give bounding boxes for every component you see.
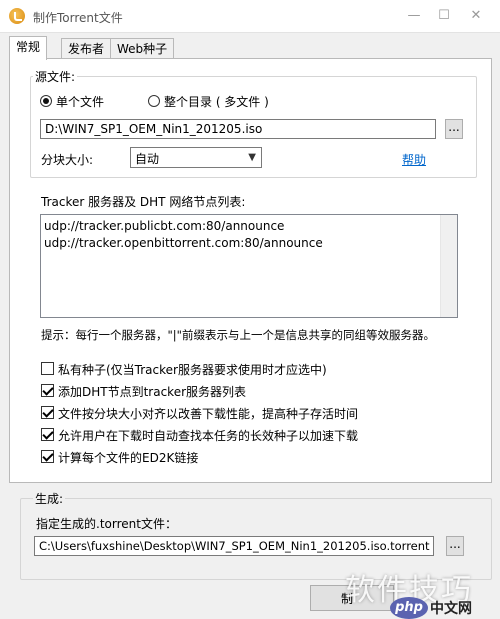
- close-button[interactable]: ✕: [464, 6, 488, 26]
- source-group-label: 源文件:: [33, 68, 78, 85]
- single-file-radio[interactable]: [40, 95, 52, 107]
- find-seeds-checkbox[interactable]: [41, 428, 54, 441]
- private-torrent-checkbox[interactable]: [41, 362, 54, 375]
- whole-dir-radio[interactable]: [148, 95, 160, 107]
- piece-size-select[interactable]: 自动 ▼: [130, 147, 262, 168]
- tab-general[interactable]: 常规: [9, 36, 48, 60]
- add-dht-label: 添加DHT节点到tracker服务器列表: [58, 385, 247, 399]
- ed2k-links-label: 计算每个文件的ED2K链接: [58, 451, 199, 465]
- single-file-label: 单个文件: [56, 95, 105, 109]
- watermark-site: 中文网: [430, 601, 472, 617]
- tracker-label: Tracker 服务器及 DHT 网络节点列表:: [41, 195, 246, 209]
- tracker-scrollbar[interactable]: [440, 215, 457, 317]
- minimize-button[interactable]: —: [402, 6, 426, 26]
- tracker-line: udp://tracker.publicbt.com:80/announce: [44, 219, 285, 233]
- piece-size-label: 分块大小:: [41, 153, 94, 167]
- tab-web-seeds[interactable]: Web种子: [110, 38, 175, 59]
- tab-publisher[interactable]: 发布者: [61, 38, 112, 59]
- php-logo: php: [390, 597, 428, 619]
- output-group-label: 生成:: [33, 490, 66, 507]
- output-file-label: 指定生成的.torrent文件：: [36, 517, 177, 531]
- align-pieces-label: 文件按分块大小对齐以改善下载性能，提高种子存活时间: [58, 407, 359, 421]
- find-seeds-label: 允许用户在下载时自动查找本任务的长效种子以加速下载: [58, 429, 359, 443]
- app-logo-icon: [9, 8, 25, 24]
- align-pieces-checkbox[interactable]: [41, 406, 54, 419]
- tracker-hint: 提示：每行一个服务器，"|"前缀表示与上一个是信息共享的同组等效服务器。: [41, 328, 435, 342]
- maximize-button[interactable]: ☐: [432, 6, 456, 26]
- piece-size-value: 自动: [135, 152, 160, 166]
- tracker-list-textarea[interactable]: udp://tracker.publicbt.com:80/announce u…: [40, 214, 458, 318]
- private-torrent-label: 私有种子(仅当Tracker服务器要求使用时才应选中): [58, 363, 327, 377]
- source-path-input[interactable]: D:\WIN7_SP1_OEM_Nin1_201205.iso: [40, 119, 436, 139]
- tracker-line: udp://tracker.openbittorrent.com:80/anno…: [44, 236, 323, 250]
- source-browse-button[interactable]: ...: [445, 119, 463, 139]
- output-path-input[interactable]: C:\Users\fuxshine\Desktop\WIN7_SP1_OEM_N…: [34, 536, 434, 556]
- help-link[interactable]: 帮助: [402, 151, 426, 168]
- ed2k-links-checkbox[interactable]: [41, 450, 54, 463]
- whole-dir-label: 整个目录 ( 多文件 ): [164, 95, 269, 109]
- window-title: 制作Torrent文件: [33, 11, 123, 25]
- output-browse-button[interactable]: ...: [446, 536, 464, 556]
- chevron-down-icon: ▼: [248, 152, 256, 163]
- add-dht-checkbox[interactable]: [41, 384, 54, 397]
